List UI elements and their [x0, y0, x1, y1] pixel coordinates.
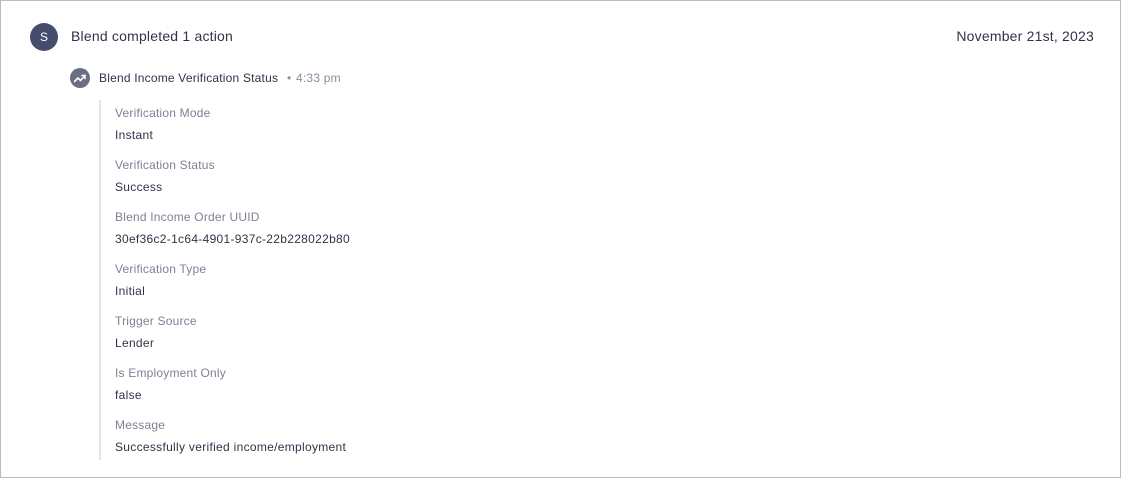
event-time: 4:33 pm — [296, 71, 341, 85]
avatar: S — [30, 23, 58, 51]
trending-up-icon — [70, 68, 90, 88]
activity-header: S Blend completed 1 action November 21st… — [30, 23, 1094, 51]
field-verification-type: Verification Type Initial — [115, 262, 206, 298]
field-label: Verification Type — [115, 262, 207, 276]
field-employment-only: Is Employment Only false — [115, 366, 226, 402]
field-label: Verification Status — [115, 158, 215, 172]
activity-date: November 21st, 2023 — [956, 28, 1094, 44]
activity-card: S Blend completed 1 action November 21st… — [0, 0, 1121, 478]
field-verification-mode: Verification Mode Instant — [115, 106, 210, 142]
field-value: Initial — [115, 284, 146, 298]
field-value: 30ef36c2-1c64-4901-937c-22b228022b80 — [115, 232, 350, 246]
field-value: Successfully verified income/employment — [115, 440, 347, 454]
field-value: Success — [115, 180, 163, 194]
activity-title: Blend completed 1 action — [71, 28, 234, 44]
field-trigger-source: Trigger Source Lender — [115, 314, 197, 350]
event-title: Blend Income Verification Status — [99, 71, 279, 85]
field-label: Verification Mode — [115, 106, 211, 120]
field-value: false — [115, 388, 142, 402]
field-label: Trigger Source — [115, 314, 197, 328]
field-value: Lender — [115, 336, 155, 350]
event-separator: • — [287, 71, 292, 85]
field-verification-status: Verification Status Success — [115, 158, 215, 194]
field-label: Blend Income Order UUID — [115, 210, 260, 224]
event-details: Verification Mode Instant Verification S… — [99, 100, 601, 460]
field-label: Is Employment Only — [115, 366, 226, 380]
field-label: Message — [115, 418, 166, 432]
field-order-uuid: Blend Income Order UUID 30ef36c2-1c64-49… — [115, 210, 350, 246]
field-value: Instant — [115, 128, 154, 142]
field-message: Message Successfully verified income/emp… — [115, 418, 346, 454]
